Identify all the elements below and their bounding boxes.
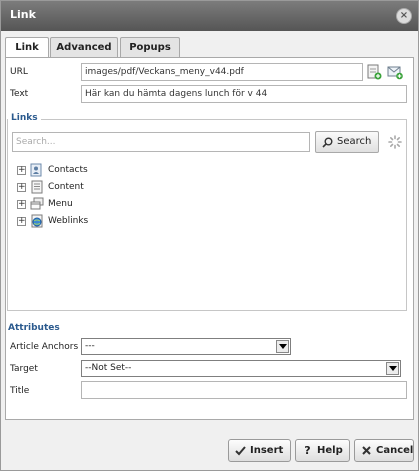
tab-advanced[interactable]: Advanced [50, 37, 118, 58]
content-icon [31, 180, 43, 194]
attributes-heading: Attributes [8, 323, 60, 333]
url-label: URL [10, 67, 28, 77]
links-legend: Links [8, 113, 41, 123]
contacts-icon [30, 163, 42, 177]
title-label: Title [10, 386, 30, 396]
anchors-label: Article Anchors [10, 342, 79, 352]
cancel-label: Cancel [376, 445, 414, 456]
insert-button[interactable]: Insert [228, 439, 291, 462]
tab-link[interactable]: Link [5, 37, 49, 59]
cancel-button[interactable]: Cancel [354, 439, 414, 462]
weblinks-icon [31, 214, 43, 228]
expand-icon[interactable]: + [17, 183, 26, 192]
close-icon: × [399, 10, 409, 21]
anchors-select[interactable]: --- [81, 338, 291, 355]
title-bar[interactable]: Link × [1, 1, 418, 31]
browse-file-icon[interactable] [366, 64, 382, 80]
title-input[interactable] [81, 381, 407, 399]
chevron-down-icon[interactable] [276, 340, 289, 353]
chevron-down-icon[interactable] [386, 362, 399, 375]
target-value: --Not Set-- [85, 363, 132, 373]
search-button[interactable]: Search [315, 131, 379, 153]
target-label: Target [10, 364, 38, 374]
target-select[interactable]: --Not Set-- [81, 360, 401, 377]
checkmark-icon [235, 446, 246, 456]
tree-label: Menu [48, 199, 73, 209]
help-label: Help [317, 445, 343, 456]
tree-label: Weblinks [48, 216, 89, 226]
expand-icon[interactable]: + [17, 166, 26, 175]
link-dialog: Link × Link Advanced Popups URL images/p… [0, 0, 419, 471]
close-button[interactable]: × [396, 8, 412, 24]
search-input[interactable]: Search... [12, 132, 310, 152]
insert-label: Insert [250, 445, 284, 456]
anchors-value: --- [85, 341, 95, 351]
question-icon: ? [304, 444, 311, 457]
text-input[interactable]: Här kan du hämta dagens lunch för v 44 [81, 85, 407, 103]
help-button[interactable]: ? Help [295, 439, 350, 462]
dialog-title: Link [10, 8, 36, 21]
loading-spinner-icon [388, 135, 402, 149]
email-link-icon[interactable] [387, 64, 403, 80]
url-input[interactable]: images/pdf/Veckans_meny_v44.pdf [81, 63, 363, 81]
expand-icon[interactable]: + [17, 217, 26, 226]
menu-icon [30, 197, 44, 210]
text-label: Text [10, 89, 29, 99]
search-button-label: Search [337, 136, 372, 147]
expand-icon[interactable]: + [17, 200, 26, 209]
close-icon [362, 446, 371, 455]
tree-label: Contacts [48, 165, 88, 175]
tab-popups[interactable]: Popups [120, 37, 180, 58]
tree-label: Content [48, 182, 84, 192]
search-icon [322, 137, 333, 148]
